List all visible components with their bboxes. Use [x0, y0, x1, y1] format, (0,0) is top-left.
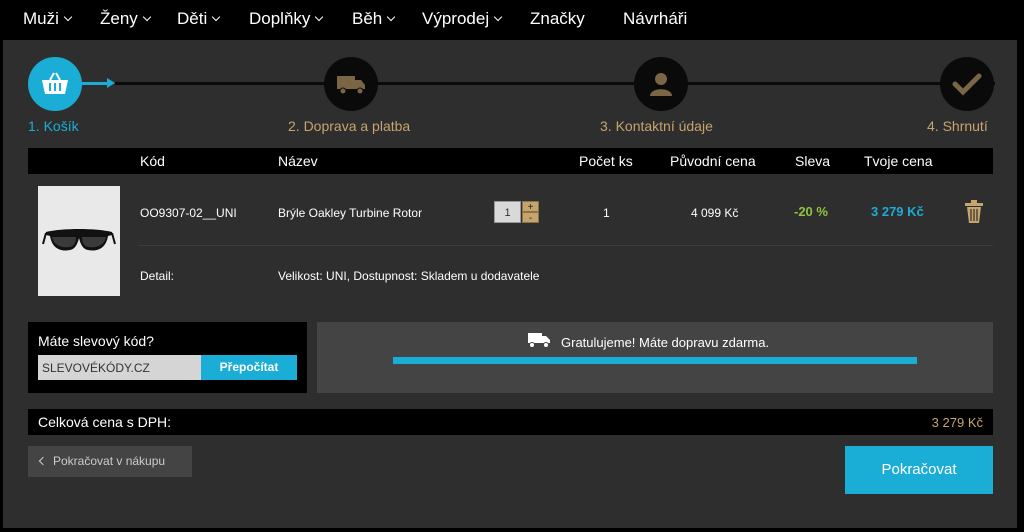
chevron-left-icon	[38, 456, 48, 466]
nav-item-navrhari[interactable]: Návrháři	[623, 9, 687, 29]
nav-label: Doplňky	[249, 9, 311, 28]
free-shipping-box: Gratulujeme! Máte dopravu zdarma.	[317, 322, 993, 393]
step-connector	[115, 82, 995, 85]
col-your-price: Tvoje cena	[864, 153, 933, 169]
total-label: Celková cena s DPH:	[38, 414, 172, 430]
product-your-price: 3 279 Kč	[871, 204, 924, 219]
user-icon	[650, 73, 672, 96]
product-qty: 1	[603, 206, 610, 220]
recalculate-button[interactable]: Přepočítat	[201, 355, 297, 380]
row-divider	[138, 245, 993, 246]
check-icon	[952, 73, 982, 96]
step-connector-active	[81, 82, 109, 85]
nav-label: Děti	[177, 9, 208, 28]
nav-item-doplnky[interactable]: Doplňky	[249, 9, 324, 29]
quantity-input[interactable]: 1	[494, 201, 521, 223]
nav-label: Běh	[352, 9, 383, 28]
product-original-price: 4 099 Kč	[691, 206, 739, 220]
detail-value: Velikost: UNI, Dostupnost: Skladem u dod…	[278, 269, 540, 283]
truck-icon	[337, 76, 365, 95]
chevron-down-icon	[63, 12, 73, 22]
nav-item-beh[interactable]: Běh	[352, 9, 396, 29]
detail-label: Detail:	[140, 269, 175, 283]
quantity-decrease-button[interactable]: -	[522, 212, 539, 224]
nav-label: Ženy	[100, 9, 138, 28]
nav-label: Výprodej	[422, 9, 490, 28]
basket-icon	[42, 72, 68, 94]
remove-item-button[interactable]	[964, 200, 984, 224]
step-summary[interactable]	[940, 57, 994, 111]
step-shipping[interactable]	[324, 57, 378, 111]
discount-code-input[interactable]	[38, 355, 201, 380]
truck-icon	[528, 333, 550, 348]
chevron-down-icon	[387, 12, 396, 22]
nav-item-vyprodej[interactable]: Výprodej	[422, 9, 503, 29]
continue-checkout-button[interactable]: Pokračovat	[845, 446, 993, 494]
total-value: 3 279 Kč	[931, 415, 983, 430]
chevron-down-icon	[493, 12, 503, 22]
total-row: Celková cena s DPH: 3 279 Kč	[28, 409, 993, 435]
step-label-shipping: 2. Doprava a platba	[288, 118, 411, 134]
top-navigation: Muži Ženy Děti Doplňky Běh Výprodej Znač…	[0, 0, 1024, 40]
chevron-down-icon	[142, 12, 152, 22]
chevron-down-icon	[315, 12, 324, 22]
nav-item-deti[interactable]: Děti	[177, 9, 221, 29]
step-basket[interactable]	[28, 57, 82, 111]
chevron-down-icon	[211, 12, 221, 22]
shipping-progress-bar	[393, 357, 917, 364]
continue-shopping-button[interactable]: Pokračovat v nákupu	[28, 446, 192, 477]
quantity-increase-button[interactable]: +	[522, 201, 539, 213]
step-arrow-icon	[107, 78, 115, 88]
trash-icon	[965, 200, 983, 223]
step-label-summary: 4. Shrnutí	[927, 118, 988, 134]
discount-code-box: Máte slevový kód? Přepočítat	[28, 322, 307, 393]
col-name: Název	[278, 153, 318, 169]
step-label-basket: 1. Košík	[28, 118, 79, 134]
col-discount: Sleva	[795, 153, 831, 169]
col-code: Kód	[140, 153, 165, 169]
step-contact[interactable]	[634, 57, 688, 111]
product-code: OO9307-02__UNI	[140, 206, 237, 220]
free-shipping-message: Gratulujeme! Máte dopravu zdarma.	[561, 335, 770, 350]
nav-label: Návrháři	[623, 9, 688, 28]
nav-item-zeny[interactable]: Ženy	[100, 9, 152, 29]
sunglasses-image	[42, 229, 116, 251]
col-original-price: Původní cena	[670, 153, 756, 169]
nav-label: Muži	[23, 9, 59, 28]
product-image[interactable]	[38, 186, 120, 296]
cart-table-header: Kód Název Počet ks Původní cena Sleva Tv…	[28, 148, 993, 174]
col-qty: Počet ks	[579, 153, 633, 169]
product-discount: -20 %	[794, 204, 828, 219]
cart-panel: 1. Košík 2. Doprava a platba 3. Kontaktn…	[3, 40, 1017, 528]
continue-shopping-label: Pokračovat v nákupu	[53, 454, 166, 468]
nav-item-muzi[interactable]: Muži	[23, 9, 73, 29]
product-name[interactable]: Brýle Oakley Turbine Rotor	[278, 206, 422, 220]
nav-label: Značky	[530, 9, 585, 28]
nav-item-znacky[interactable]: Značky	[530, 9, 585, 29]
discount-title: Máte slevový kód?	[38, 333, 154, 349]
step-label-contact: 3. Kontaktní údaje	[600, 118, 713, 134]
